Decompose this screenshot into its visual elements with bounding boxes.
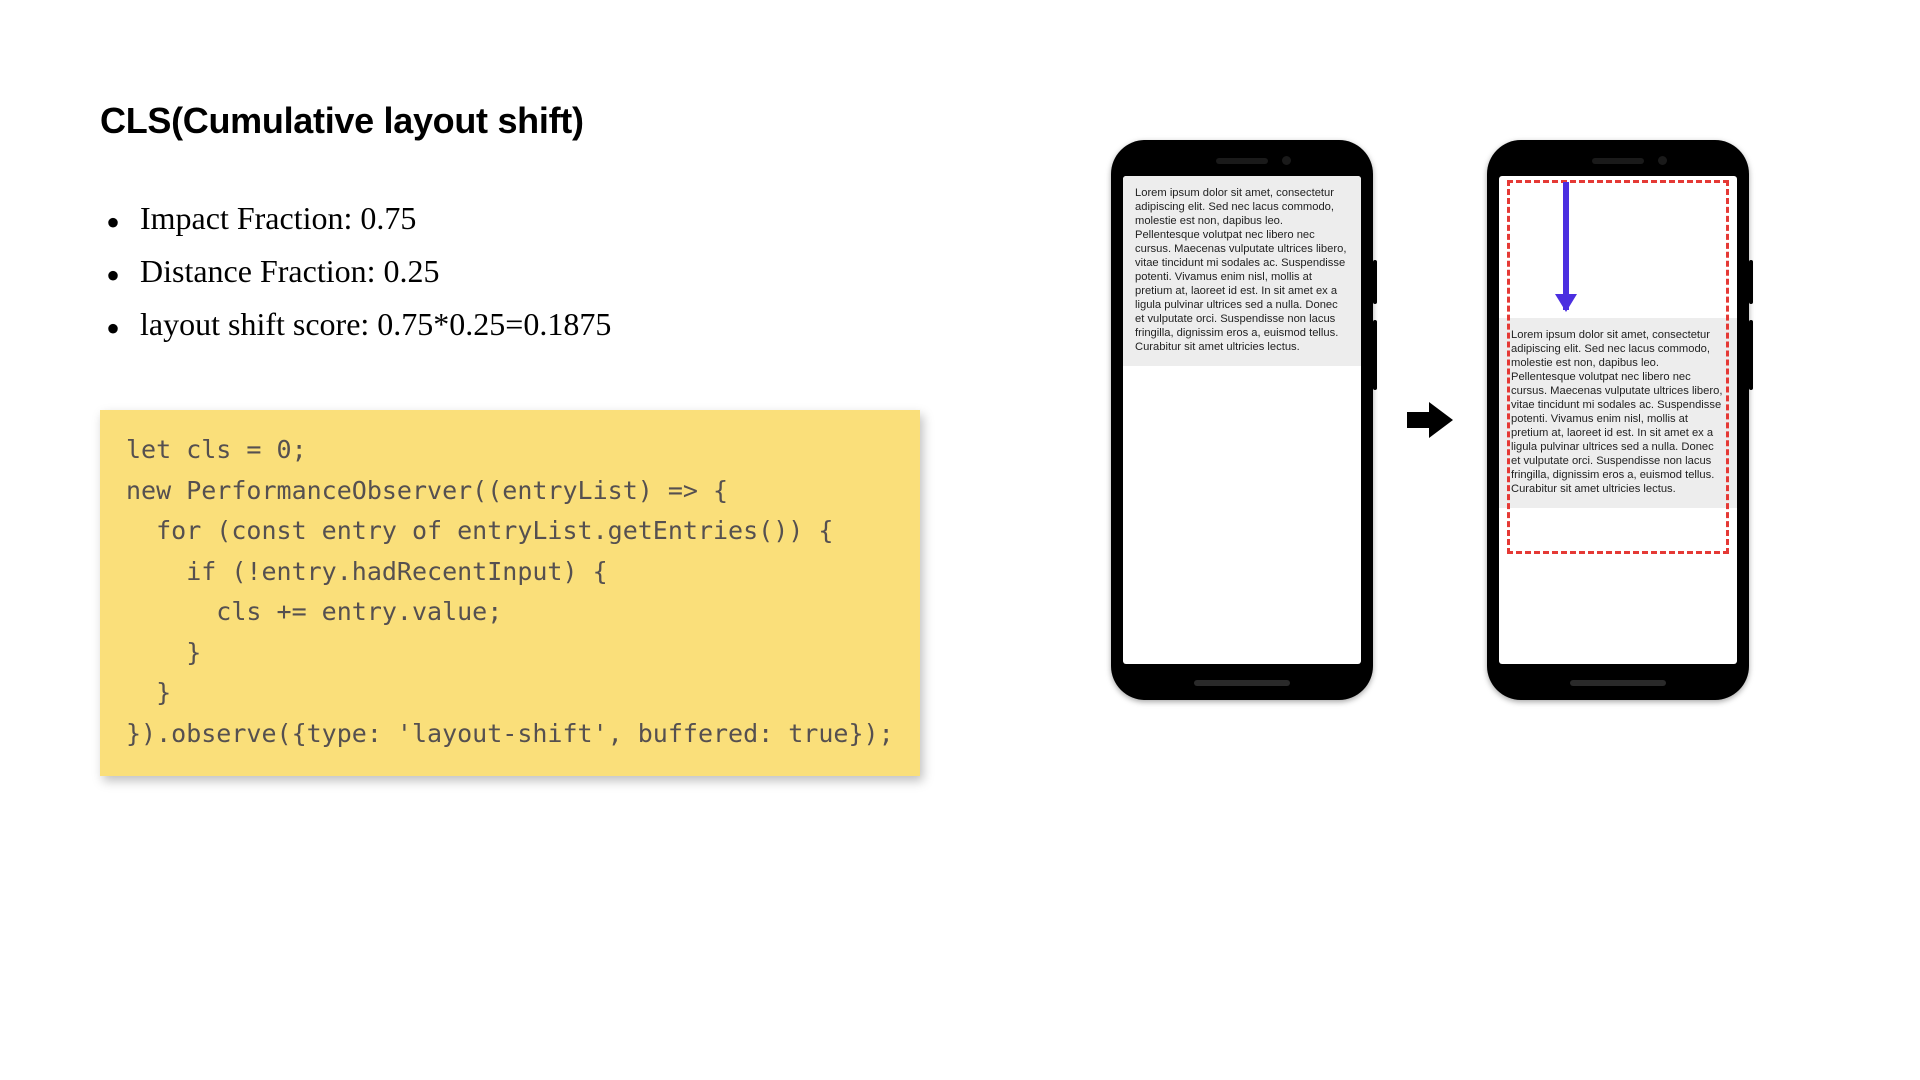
home-indicator — [1570, 680, 1666, 686]
bullet-layout-shift-score: layout shift score: 0.75*0.25=0.1875 — [100, 298, 980, 351]
bullet-impact-fraction: Impact Fraction: 0.75 — [100, 192, 980, 245]
slide: CLS(Cumulative layout shift) Impact Frac… — [0, 0, 1920, 1080]
bullet-distance-fraction: Distance Fraction: 0.25 — [100, 245, 980, 298]
phone-screen-after: Lorem ipsum dolor sit amet, consectetur … — [1499, 176, 1737, 664]
code-block: let cls = 0; new PerformanceObserver((en… — [100, 410, 920, 776]
arrow-right-icon — [1407, 400, 1453, 445]
home-indicator — [1194, 680, 1290, 686]
page-title: CLS(Cumulative layout shift) — [100, 100, 980, 142]
left-column: CLS(Cumulative layout shift) Impact Frac… — [100, 100, 980, 1020]
text-block-after: Lorem ipsum dolor sit amet, consectetur … — [1499, 318, 1737, 508]
phone-after: Lorem ipsum dolor sit amet, consectetur … — [1487, 140, 1749, 700]
text-block-before: Lorem ipsum dolor sit amet, consectetur … — [1123, 176, 1361, 366]
bullet-list: Impact Fraction: 0.75 Distance Fraction:… — [100, 192, 980, 350]
phone-screen-before: Lorem ipsum dolor sit amet, consectetur … — [1123, 176, 1361, 664]
phone-side-button — [1373, 260, 1377, 304]
phone-side-button — [1749, 260, 1753, 304]
right-column: Lorem ipsum dolor sit amet, consectetur … — [980, 100, 1820, 1020]
arrow-down-icon — [1563, 182, 1569, 310]
phone-before: Lorem ipsum dolor sit amet, consectetur … — [1111, 140, 1373, 700]
phone-side-button — [1373, 320, 1377, 390]
phone-side-button — [1749, 320, 1753, 390]
